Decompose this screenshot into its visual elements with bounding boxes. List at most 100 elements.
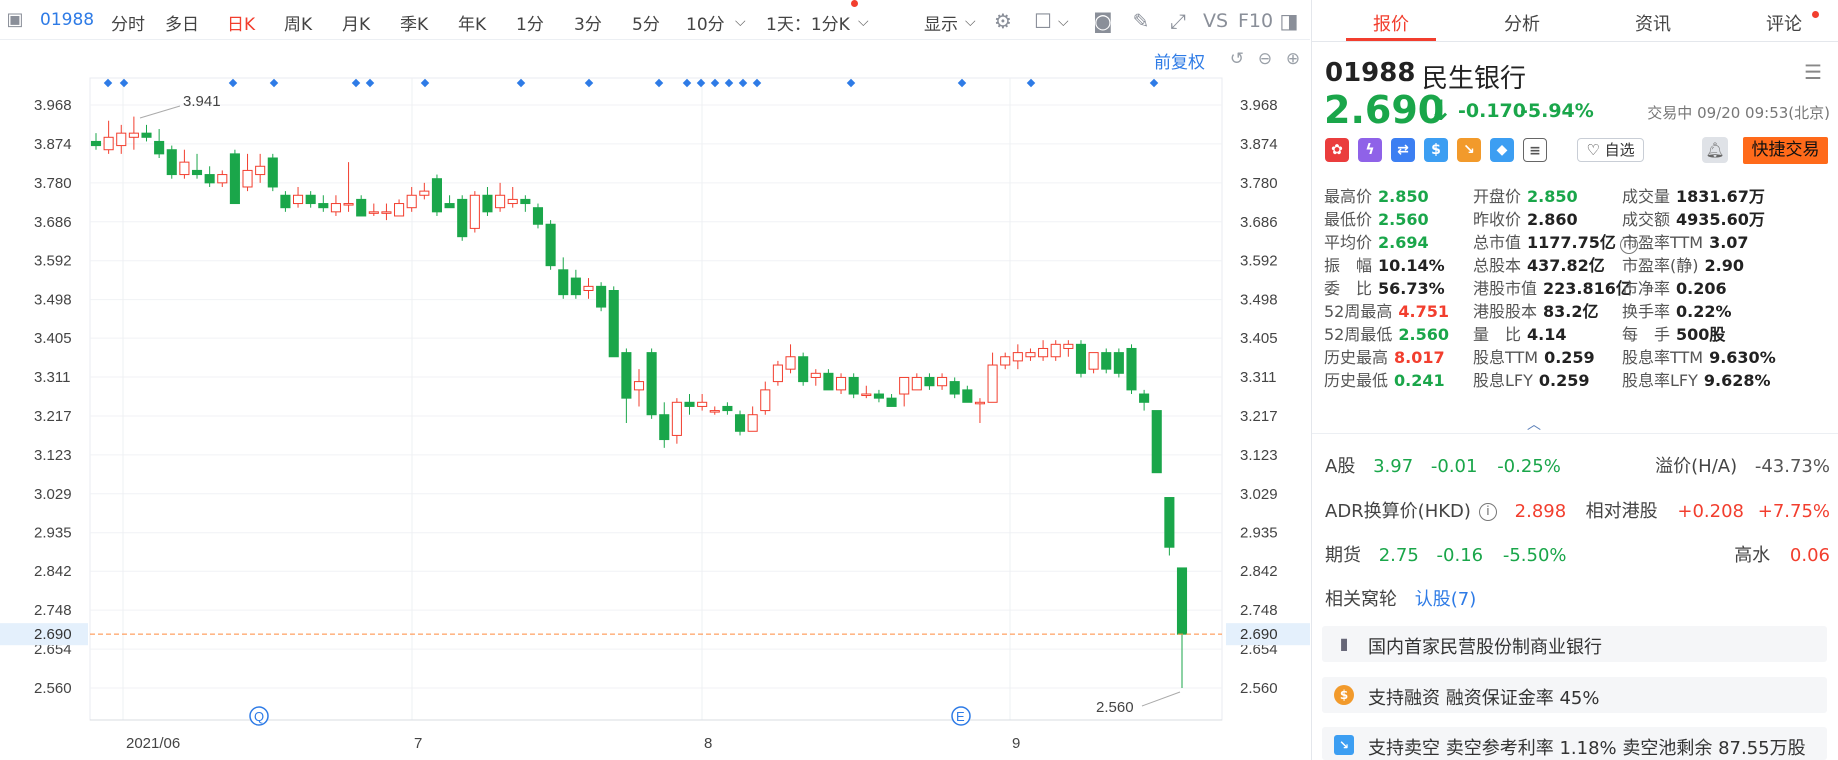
quote-field: 最低价 2.560 [1324,206,1429,230]
event-diamond-marker [724,78,734,88]
quote-field-value: 0.241 [1394,371,1445,390]
list-menu-icon[interactable]: ☰ [1804,60,1822,84]
event-diamond-marker [957,78,967,88]
company-tag[interactable]: ▮ 国内首家民营股份制商业银行 [1322,626,1827,662]
quote-field-label: 市盈率TTM [1622,233,1704,252]
quote-field-value: 56.73% [1378,279,1445,298]
book-icon: ▮ [1339,634,1349,653]
max-price-annotation: 3.941 [183,93,221,110]
candle-body [356,198,367,217]
lightning-icon[interactable]: ϟ [1358,138,1382,162]
a-share-row: A股 3.97 -0.01 -0.25% [1325,452,1561,478]
margin-tag[interactable]: $ 支持融资 融资保证金率 45% [1322,677,1827,713]
warrants-link[interactable]: 认股(7) [1415,589,1477,610]
tab-comments[interactable]: 评论 [1766,10,1802,36]
max-annotation-leader [139,105,181,119]
dollar-icon[interactable]: $ [1424,138,1448,162]
y-tick-label-left: 3.874 [34,136,72,153]
candle-body [772,364,783,383]
y-tick-label-right: 3.968 [1240,97,1278,114]
candle-body [937,376,948,387]
trend-down-icon[interactable]: ↘ [1457,138,1481,162]
candle-body [899,376,910,395]
document-icon[interactable]: ≡ [1523,138,1547,162]
quote-field: 总市值 1177.75亿 ⋯ [1473,229,1638,254]
candle-body [785,356,796,370]
y-tick-label-left: 3.498 [34,292,72,309]
x-tick-label: 9 [1012,735,1020,752]
event-diamond-marker [696,78,706,88]
quote-field: 换手率 0.22% [1622,298,1732,322]
candle-body [1050,343,1061,358]
event-diamond-marker [846,78,856,88]
candle-body [1012,352,1023,362]
add-watchlist-button[interactable]: ♡ 自选 [1577,138,1644,162]
tab-quote[interactable]: 报价 [1373,10,1409,36]
candle-body [343,203,354,206]
candle-body [1101,352,1112,370]
quote-field-value: 8.017 [1394,348,1445,367]
quote-field-label: 股息率TTM [1622,348,1704,367]
chart-panel: ▣ 01988 分时 多日 日K 周K 月K 季K 年K 1分 3分 5分 10… [0,0,1310,760]
quote-field: 股息TTM 0.259 [1473,344,1595,368]
candle-body [873,393,884,399]
quote-field-value: 10.14% [1378,256,1445,275]
tag-icon[interactable]: ◆ [1490,138,1514,162]
relative-hk-row: 相对港股 +0.208 +7.75% [1586,497,1830,523]
y-tick-label-left: 3.029 [34,486,72,503]
candle-body [394,203,405,217]
quote-field-label: 市净率 [1622,279,1671,298]
y-tick-label-left: 2.935 [34,525,72,542]
quote-field-value: 4.751 [1398,302,1449,321]
info-icon[interactable]: i [1478,503,1497,521]
candle-body [596,285,607,308]
quote-field-label: 成交额 [1622,210,1671,229]
quote-field-value: 2.850 [1378,187,1429,206]
candle-body [431,178,442,213]
shuffle-icon[interactable]: ⇄ [1391,138,1415,162]
y-tick-label-left: 3.968 [34,97,72,114]
bell-icon[interactable]: 🔔︎ [1702,137,1728,163]
notification-dot [1812,11,1819,18]
trade-status: 交易中 09/20 09:53(北京) [1647,104,1830,122]
candle-body [987,364,998,403]
quote-field: 成交量 1831.67万 [1622,183,1765,207]
quote-field: 开盘价 2.850 [1473,183,1578,207]
quote-panel: 报价 分析 资讯 评论 01988 民生银行 ☰ 2.690 ↓ -0.170 … [1311,0,1838,760]
y-tick-label-right: 2.560 [1240,680,1278,697]
collapse-caret-icon[interactable]: ︿ [1527,414,1541,434]
event-diamond-marker [1026,78,1036,88]
event-diamond-marker [710,78,720,88]
candlestick-chart[interactable]: 3.968 3.968 3.874 3.874 3.780 3.780 3.686 3.686… [0,0,1310,760]
candle-body [848,376,859,395]
event-diamond-marker [682,78,692,88]
candle-body [229,153,240,205]
candle-body [141,132,152,138]
candle-body [722,405,733,412]
y-tick-label-left: 3.592 [34,253,72,270]
quote-tabs: 报价 分析 资讯 评论 [1312,0,1838,42]
trend-down-icon: ↘ [1334,735,1354,755]
candle-body [911,376,922,391]
tab-news[interactable]: 资讯 [1635,10,1671,36]
min-annotation-leader [1141,691,1181,707]
quote-field-value: 223.816亿 [1543,279,1632,298]
candle-body [608,290,619,358]
quote-field: 委 比 56.73% [1324,275,1445,299]
quote-field-label: 港股股本 [1473,302,1538,321]
company-tag-text: 国内首家民营股份制商业银行 [1368,637,1602,658]
quote-field-label: 股息率LFY [1622,371,1698,390]
candle-body [1075,343,1087,374]
quote-field: 股息率TTM 9.630% [1622,344,1776,368]
quick-trade-button[interactable]: 快捷交易 [1743,137,1828,164]
tab-analysis[interactable]: 分析 [1504,10,1540,36]
quote-field: 52周最低 2.560 [1324,321,1449,345]
candle-body [1063,343,1074,349]
hk-flower-icon[interactable]: ✿ [1325,138,1349,162]
event-diamond-marker [420,78,430,88]
candle-body [280,194,291,209]
short-sell-tag[interactable]: ↘ 支持卖空 卖空参考利率 1.18% 卖空池剩余 87.55万股 [1322,727,1827,760]
adr-label: ADR换算价(HKD) [1325,501,1471,522]
candle-body [974,401,985,405]
quote-field-value: 0.259 [1538,371,1590,390]
